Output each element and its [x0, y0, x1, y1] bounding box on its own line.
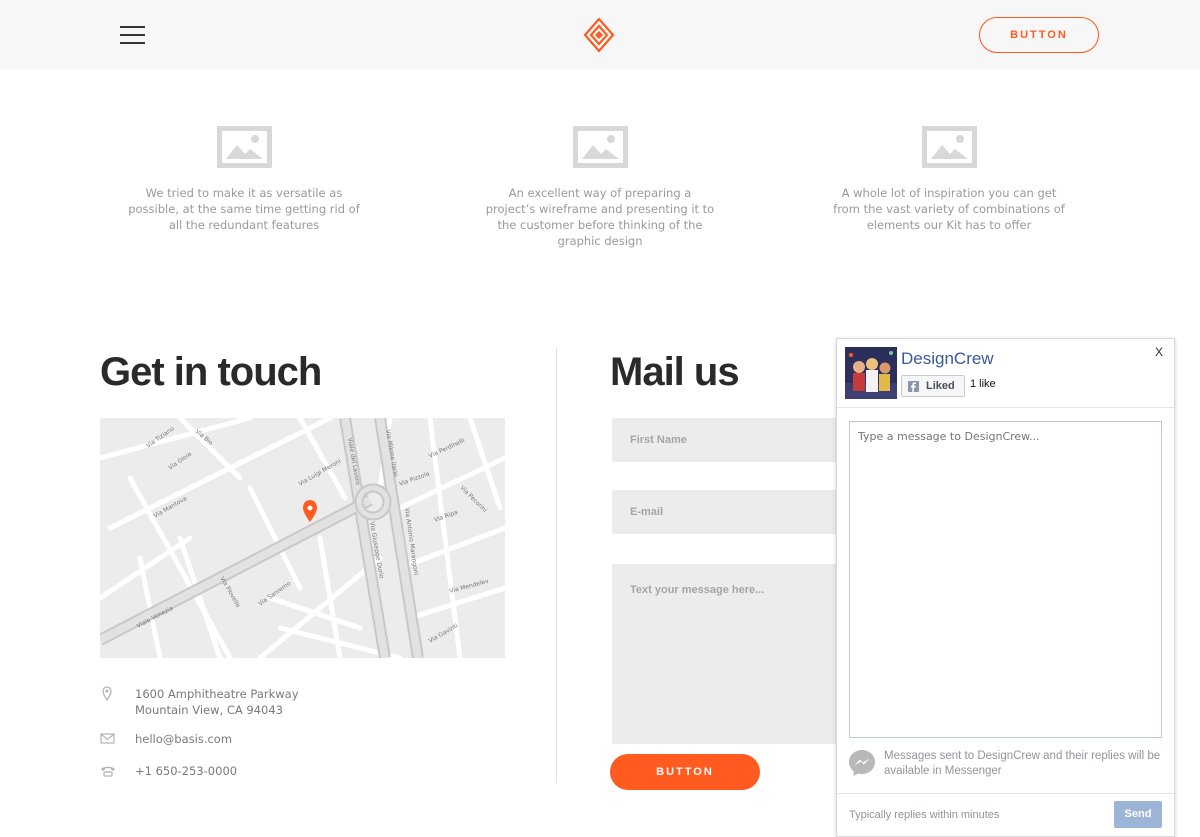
section-divider	[556, 347, 557, 783]
image-placeholder-icon	[921, 126, 977, 168]
submit-button[interactable]: BUTTON	[610, 754, 760, 790]
feature-item: An excellent way of preparing a project’…	[480, 126, 720, 249]
message-input[interactable]	[849, 421, 1162, 738]
page-avatar[interactable]	[845, 347, 897, 399]
page-name-link[interactable]: DesignCrew	[901, 349, 994, 369]
email-row: hello@basis.com	[100, 731, 400, 749]
messenger-icon	[849, 750, 875, 776]
facebook-chat-widget: X DesignCrew Liked 1 like Messages sent …	[836, 338, 1175, 837]
address-line2: Mountain View, CA 94043	[135, 703, 283, 717]
email-link[interactable]: hello@basis.com	[135, 731, 232, 747]
feature-text: An excellent way of preparing a project’…	[485, 186, 715, 248]
send-button[interactable]: Send	[1114, 801, 1162, 828]
message-textarea[interactable]: Text your message here...	[612, 564, 837, 744]
logo-icon[interactable]	[583, 17, 615, 54]
top-navbar: BUTTON	[0, 0, 1200, 70]
mail-heading: Mail us	[610, 350, 740, 394]
facebook-icon	[908, 381, 919, 392]
image-placeholder-icon	[572, 126, 628, 168]
header-button[interactable]: BUTTON	[979, 17, 1099, 53]
phone-icon	[101, 766, 115, 777]
divider	[837, 793, 1174, 794]
feature-item: We tried to make it as versatile as poss…	[124, 126, 364, 233]
liked-button[interactable]: Liked	[901, 375, 965, 397]
phone-row: +1 650-253-0000	[100, 763, 400, 781]
email-field[interactable]: E-mail	[612, 490, 837, 534]
messenger-note: Messages sent to DesignCrew and their re…	[884, 750, 1161, 777]
first-name-field[interactable]: First Name	[612, 418, 837, 462]
divider	[837, 407, 1174, 408]
hamburger-menu-icon[interactable]	[120, 26, 145, 44]
address-line1: 1600 Amphitheatre Parkway	[135, 687, 299, 701]
reply-time-text: Typically replies within minutes	[849, 809, 1000, 821]
contact-heading: Get in touch	[100, 350, 322, 394]
location-pin-icon	[102, 686, 112, 702]
map[interactable]: Via Tiziano Via Gioia Via Bio Via Mantov…	[100, 418, 505, 658]
feature-text: A whole lot of inspiration you can get f…	[833, 186, 1065, 232]
close-button[interactable]: X	[1155, 345, 1163, 359]
likes-count: 1 like	[970, 378, 996, 390]
phone-link[interactable]: +1 650-253-0000	[135, 763, 237, 779]
map-canvas[interactable]: Via Tiziano Via Gioia Via Bio Via Mantov…	[100, 418, 505, 658]
envelope-icon	[100, 733, 115, 744]
feature-item: A whole lot of inspiration you can get f…	[829, 126, 1069, 233]
address-row: 1600 Amphitheatre Parkway Mountain View,…	[100, 686, 400, 720]
feature-text: We tried to make it as versatile as poss…	[128, 186, 360, 232]
liked-label: Liked	[926, 380, 955, 392]
image-placeholder-icon	[216, 126, 272, 168]
